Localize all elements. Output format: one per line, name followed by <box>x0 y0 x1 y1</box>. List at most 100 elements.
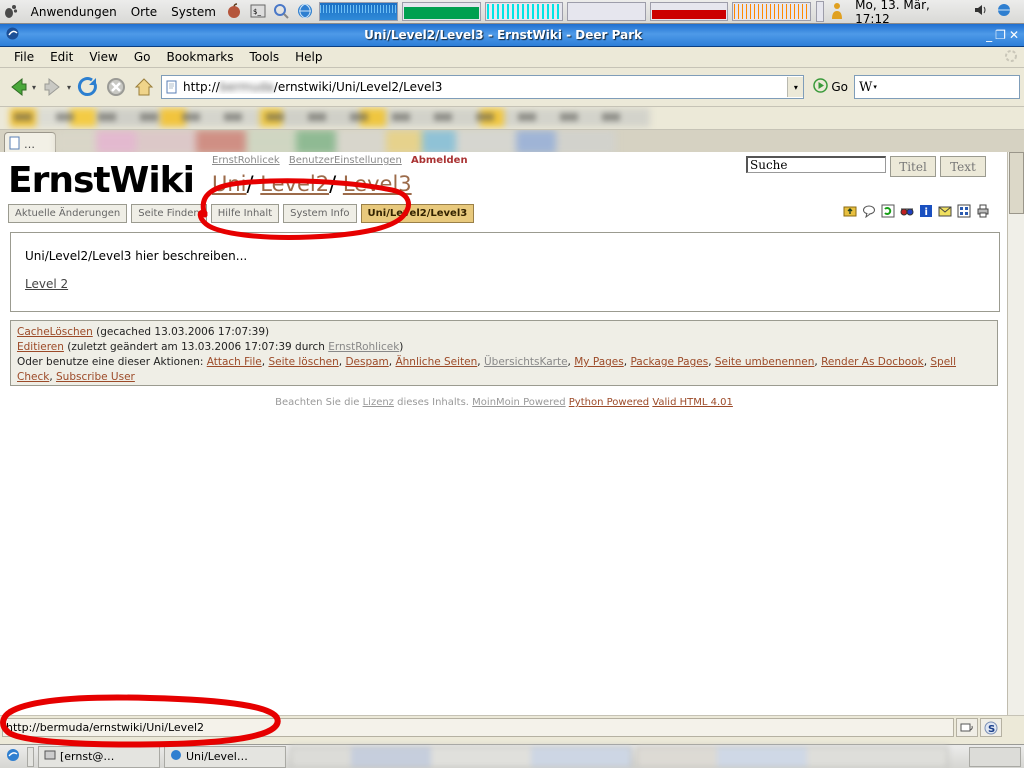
breadcrumb-item-uni[interactable]: Uni <box>212 172 247 196</box>
tab-aktuelle-aenderungen[interactable]: Aktuelle Änderungen <box>8 204 128 223</box>
action-despam[interactable]: Despam <box>345 356 388 368</box>
scrollbar-thumb[interactable] <box>1009 152 1024 214</box>
load-monitor-applet[interactable] <box>732 2 811 21</box>
subscribe-icon[interactable] <box>900 204 914 218</box>
wiki-logo[interactable]: ErnstWiki <box>8 160 195 201</box>
panel-clock[interactable]: Mo, 13. Mär, 17:12 <box>855 0 966 26</box>
back-dropdown-icon[interactable]: ▾ <box>32 83 36 92</box>
action-seite-loeschen[interactable]: Seite löschen <box>268 356 338 368</box>
browser-icon[interactable] <box>296 2 316 22</box>
menu-orte[interactable]: Orte <box>124 5 164 19</box>
tab-seite-finden[interactable]: Seite Finden <box>131 204 207 223</box>
taskbar-item-redacted-1[interactable] <box>290 745 632 768</box>
action-my-pages[interactable]: My Pages <box>574 356 624 368</box>
edit-link[interactable]: Editieren <box>17 341 64 353</box>
forward-button[interactable] <box>40 74 66 100</box>
menu-system[interactable]: System <box>164 5 223 19</box>
globe-icon[interactable] <box>996 2 1016 22</box>
search-text-button[interactable]: Text <box>940 156 986 177</box>
logout-link[interactable]: Abmelden <box>411 155 468 166</box>
taskbar-item-redacted-2[interactable] <box>636 745 948 768</box>
taskbar-browser-icon[interactable] <box>5 747 25 767</box>
action-subscribe-user[interactable]: Subscribe User <box>56 371 135 383</box>
taskbar-drag-handle[interactable] <box>27 746 34 767</box>
browser-search-box[interactable]: W ▾ <box>854 75 1020 99</box>
wiki-search-input[interactable] <box>746 156 886 173</box>
bookmarks-toolbar[interactable] <box>0 107 1024 130</box>
menu-edit[interactable]: Edit <box>42 48 81 66</box>
url-text[interactable]: http://bermuda/ernstwiki/Uni/Level2/Leve… <box>183 80 787 94</box>
action-aehnliche-seiten[interactable]: Ähnliche Seiten <box>395 356 477 368</box>
moinmoin-powered-link[interactable]: MoinMoin Powered <box>472 397 565 408</box>
user-links: ErnstRohlicek BenutzerEinstellungen Abme… <box>212 155 474 166</box>
disk-monitor-applet[interactable] <box>649 2 729 21</box>
cache-delete-link[interactable]: CacheLöschen <box>17 326 93 338</box>
minimize-button[interactable]: _ <box>986 28 992 42</box>
info-icon[interactable]: i <box>919 204 933 218</box>
breadcrumb-item-level3[interactable]: Level3 <box>343 172 412 196</box>
taskbar-item-browser[interactable]: Uni/Level… <box>164 745 286 768</box>
parent-page-icon[interactable] <box>843 204 857 218</box>
menu-help[interactable]: Help <box>287 48 330 66</box>
close-button[interactable]: ✕ <box>1009 28 1019 42</box>
action-render-as-docbook[interactable]: Render As Docbook <box>821 356 924 368</box>
license-link[interactable]: Lizenz <box>363 397 394 408</box>
home-button[interactable] <box>131 74 157 100</box>
url-prefix: http:// <box>183 80 220 94</box>
print-icon[interactable] <box>976 204 990 218</box>
taskbar-item-terminal[interactable]: [ernst@… <box>38 745 160 768</box>
raw-xml-icon[interactable] <box>957 204 971 218</box>
taskbar-workspace-switcher[interactable] <box>969 746 1021 767</box>
action-attach-file[interactable]: Attach File <box>207 356 262 368</box>
search-engine-chevron-down-icon[interactable]: ▾ <box>873 83 877 91</box>
refresh-icon[interactable] <box>881 204 895 218</box>
action-package-pages[interactable]: Package Pages <box>630 356 708 368</box>
stop-button[interactable] <box>103 74 129 100</box>
url-bar[interactable]: http://bermuda/ernstwiki/Uni/Level2/Leve… <box>161 75 805 99</box>
menu-tools[interactable]: Tools <box>242 48 288 66</box>
popup-blocker-icon[interactable] <box>956 718 978 737</box>
python-powered-link[interactable]: Python Powered <box>569 397 649 408</box>
terminal-icon[interactable]: $_ <box>249 2 269 22</box>
menu-go[interactable]: Go <box>126 48 159 66</box>
menu-view[interactable]: View <box>81 48 125 66</box>
content-link-level2[interactable]: Level 2 <box>25 277 68 291</box>
edit-author-link[interactable]: ErnstRohlicek <box>328 341 399 353</box>
apple-icon[interactable] <box>225 2 245 22</box>
reload-button[interactable] <box>75 74 101 100</box>
restore-button[interactable]: ❐ <box>995 28 1006 42</box>
security-icon[interactable]: S <box>980 718 1002 737</box>
tab-hilfe-inhalt[interactable]: Hilfe Inhalt <box>210 204 280 223</box>
url-dropdown-icon[interactable]: ▾ <box>787 77 804 97</box>
credits-middle: dieses Inhalts. <box>393 397 473 408</box>
comment-icon[interactable] <box>862 204 876 219</box>
empty-monitor-applet[interactable] <box>567 2 646 21</box>
edit-info-post: ) <box>399 341 404 353</box>
user-home-link[interactable]: ErnstRohlicek <box>212 155 280 166</box>
cpu-monitor-applet[interactable] <box>484 2 564 21</box>
back-button[interactable] <box>5 74 31 100</box>
mail-icon[interactable] <box>938 204 952 218</box>
tab-current-page[interactable]: Uni/Level2/Level3 <box>360 204 475 223</box>
menu-anwendungen[interactable]: Anwendungen <box>24 5 124 19</box>
memory-monitor-applet[interactable] <box>401 2 481 21</box>
magnifier-icon[interactable] <box>272 2 292 22</box>
user-icon[interactable] <box>829 2 849 22</box>
tab-page-icon <box>9 136 21 153</box>
network-monitor-applet[interactable] <box>319 2 398 21</box>
go-button[interactable]: Go <box>807 78 854 96</box>
valid-html-link[interactable]: Valid HTML 4.01 <box>652 397 733 408</box>
volume-icon[interactable] <box>973 2 993 22</box>
tab-system-info[interactable]: System Info <box>283 204 357 223</box>
action-seite-umbenennen[interactable]: Seite umbenennen <box>715 356 815 368</box>
breadcrumb-item-level2[interactable]: Level2 <box>260 172 329 196</box>
search-title-button[interactable]: Titel <box>890 156 936 177</box>
forward-dropdown-icon[interactable]: ▾ <box>67 83 71 92</box>
menu-bookmarks[interactable]: Bookmarks <box>158 48 241 66</box>
menu-file[interactable]: File <box>6 48 42 66</box>
gnome-foot-icon[interactable] <box>2 2 22 22</box>
panel-drag-handle[interactable] <box>815 1 824 22</box>
page-scrollbar[interactable] <box>1007 152 1024 715</box>
user-preferences-link[interactable]: BenutzerEinstellungen <box>289 155 402 166</box>
action-uebersichtskarte[interactable]: ÜbersichtsKarte <box>484 356 568 368</box>
